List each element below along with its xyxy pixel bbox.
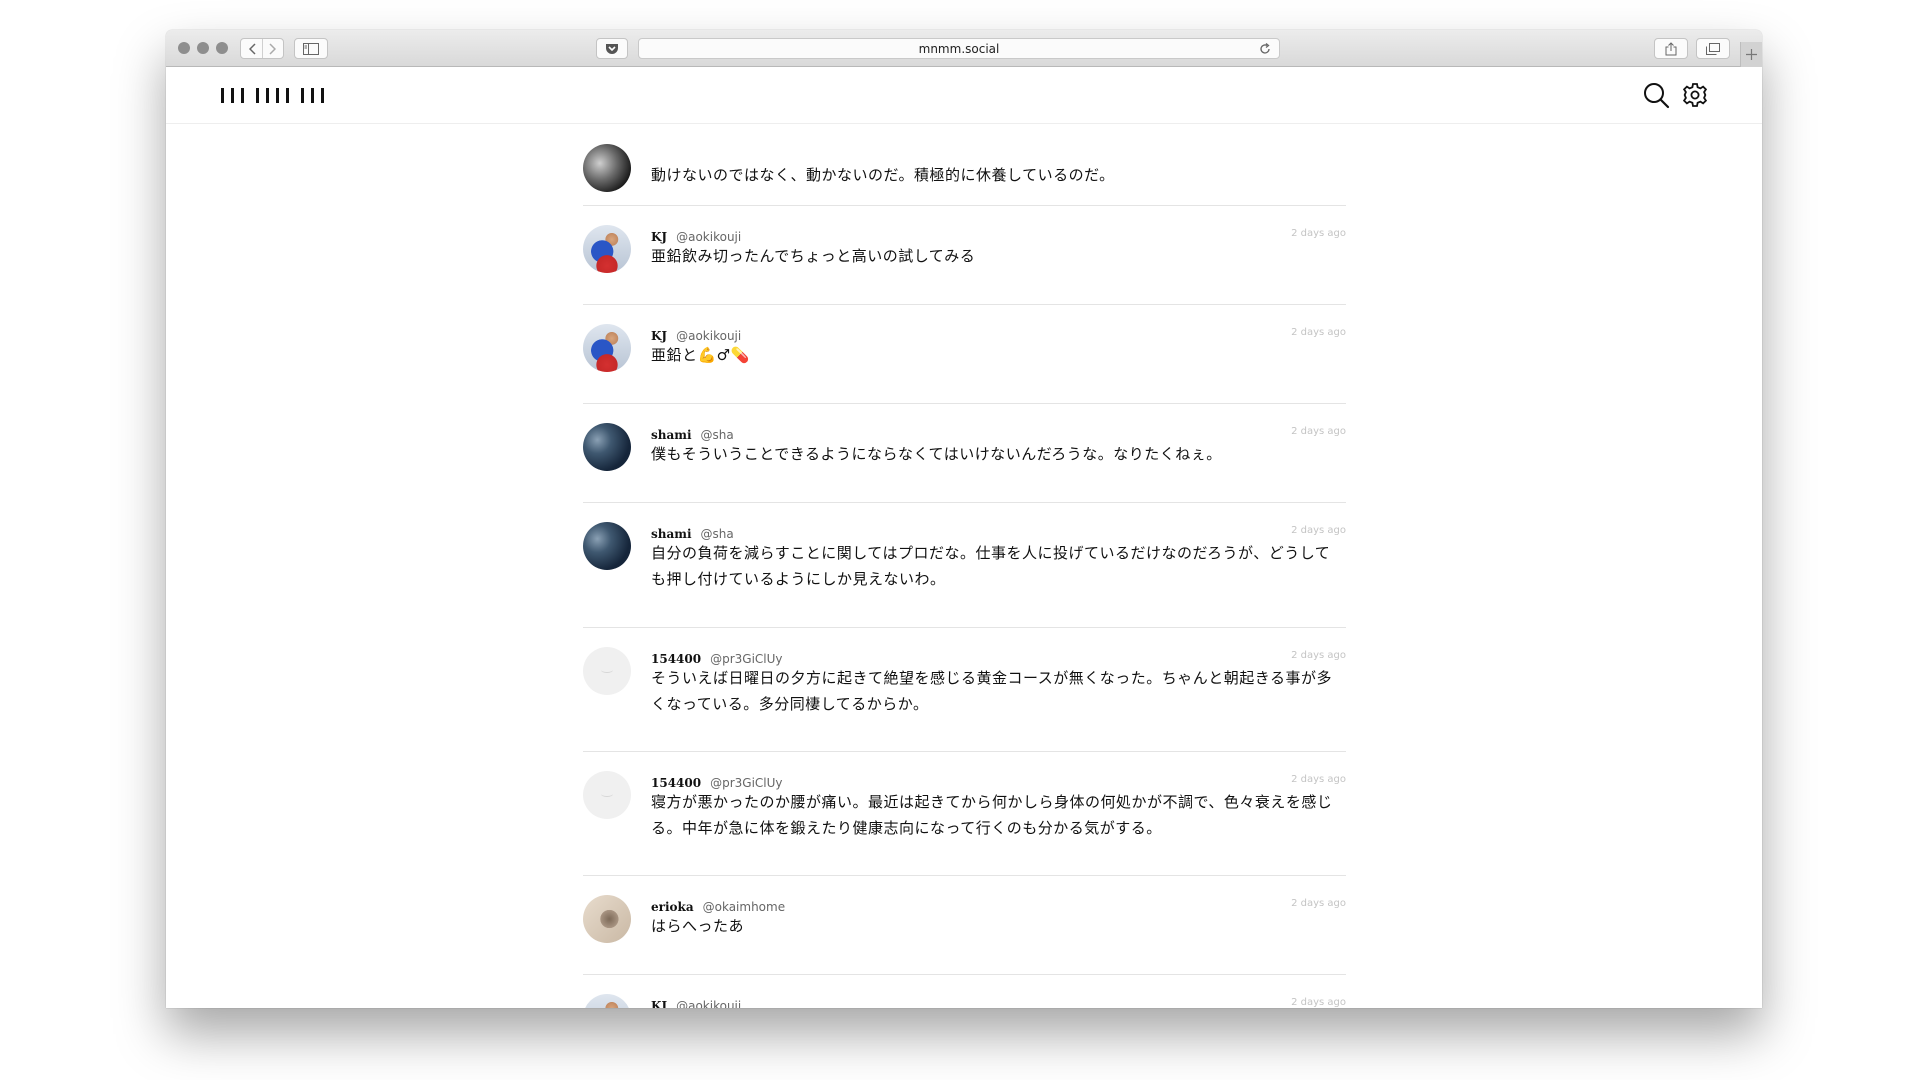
post-header: erioka @okaimhome 2 days ago [651, 896, 1346, 914]
site-logo[interactable] [221, 85, 331, 105]
minimize-window-button[interactable] [197, 42, 209, 54]
post[interactable]: KJ @aokikouji 2 days ago 亜鉛と💪♂💊 [583, 305, 1346, 404]
avatar[interactable] [583, 994, 631, 1008]
post-author-name[interactable]: KJ [651, 230, 667, 244]
back-icon[interactable] [244, 42, 262, 55]
post-author-handle[interactable]: @pr3GiClUy [710, 652, 782, 666]
post-header: KJ @aokikouji 2 days ago [651, 226, 1346, 244]
avatar[interactable] [583, 522, 631, 570]
post-author-handle[interactable]: @aokikouji [676, 999, 741, 1008]
avatar[interactable] [583, 144, 631, 192]
post-timestamp: 2 days ago [1291, 228, 1346, 239]
app-header [166, 68, 1762, 124]
post-header: shami @sha 2 days ago [651, 424, 1346, 442]
post-timestamp: 2 days ago [1291, 774, 1346, 785]
post[interactable]: 154400 @pr3GiClUy 2 days ago そういえば日曜日の夕方に… [583, 628, 1346, 752]
post-author-handle[interactable]: @aokikouji [676, 329, 741, 343]
post-text: はらへったあ [651, 917, 745, 935]
post-header: 154400 @pr3GiClUy 2 days ago [651, 648, 1346, 666]
new-tab-icon [1746, 45, 1757, 64]
post[interactable]: 154400 @pr3GiClUy 2 days ago 寝方が悪かったのか腰が痛… [583, 752, 1346, 876]
zoom-window-button[interactable] [216, 42, 228, 54]
share-button[interactable] [1654, 38, 1688, 59]
avatar[interactable] [583, 647, 631, 695]
sidebar-button[interactable] [294, 38, 328, 59]
post-timestamp: 2 days ago [1291, 650, 1346, 661]
tabs-button[interactable] [1696, 38, 1730, 59]
post-text: 亜鉛飲み切ったんでちょっと高いの試してみる [651, 247, 976, 265]
post-header: KJ @aokikouji 2 days ago [651, 995, 1346, 1008]
post-author-handle[interactable]: @pr3GiClUy [710, 776, 782, 790]
new-tab-button[interactable] [1740, 42, 1762, 67]
post-author-name[interactable]: 154400 [651, 776, 701, 790]
post-timestamp: 2 days ago [1291, 997, 1346, 1008]
reload-icon[interactable] [1259, 42, 1271, 58]
post[interactable]: shami @sha 2 days ago 僕もそういうことできるようにならなくて… [583, 404, 1346, 503]
post-author-name[interactable]: shami [651, 527, 692, 541]
avatar[interactable] [583, 423, 631, 471]
pocket-icon [605, 43, 619, 55]
pocket-button[interactable] [596, 38, 628, 59]
post-text: 自分の負荷を減らすことに関してはプロだな。仕事を人に投げているだけなのだろうが、… [651, 544, 1331, 588]
gear-icon[interactable] [1682, 82, 1708, 112]
post-header: shami @sha 2 days ago [651, 523, 1346, 541]
post[interactable]: 動けないのではなく、動かないのだ。積極的に休養しているのだ。 [583, 125, 1346, 206]
address-bar[interactable]: mnmm.social [638, 38, 1280, 59]
post-author-handle[interactable]: @sha [701, 527, 734, 541]
post-timestamp: 2 days ago [1291, 525, 1346, 536]
post-text: 動けないのではなく、動かないのだ。積極的に休養しているのだ。 [651, 166, 1115, 184]
post-text: 亜鉛と💪♂💊 [651, 346, 750, 364]
avatar[interactable] [583, 225, 631, 273]
url-text: mnmm.social [918, 41, 1000, 56]
browser-window: mnmm.social 動けないのではなく、動かないのだ。積極的に休養しているの… [166, 30, 1762, 1008]
post-header: 154400 @pr3GiClUy 2 days ago [651, 772, 1346, 790]
default-avatar-icon [601, 791, 613, 797]
post-author-name[interactable]: KJ [651, 329, 667, 343]
post-timestamp: 2 days ago [1291, 898, 1346, 909]
post-author-name[interactable]: 154400 [651, 652, 701, 666]
post[interactable]: KJ @aokikouji 2 days ago 亜鉛飲み切ったんでちょっと高いの… [583, 206, 1346, 305]
post[interactable]: erioka @okaimhome 2 days ago はらへったあ [583, 876, 1346, 975]
post-author-handle[interactable]: @sha [701, 428, 734, 442]
post[interactable]: KJ@aokikouji 2 days ago 💪♂💊 [583, 975, 1346, 1008]
post-text: そういえば日曜日の夕方に起きて絶望を感じる黄金コースが無くなった。ちゃんと朝起き… [651, 669, 1332, 713]
avatar[interactable] [583, 895, 631, 943]
avatar[interactable] [583, 324, 631, 372]
history-nav [240, 38, 284, 59]
post-author-handle[interactable]: @okaimhome [703, 900, 785, 914]
post-timestamp: 2 days ago [1291, 426, 1346, 437]
avatar[interactable] [583, 771, 631, 819]
forward-icon[interactable] [263, 42, 281, 55]
sidebar-icon [303, 42, 319, 55]
search-icon[interactable] [1642, 81, 1670, 113]
timeline-feed: 動けないのではなく、動かないのだ。積極的に休養しているのだ。 KJ @aokiko… [583, 125, 1346, 1008]
browser-toolbar: mnmm.social [166, 30, 1762, 67]
close-window-button[interactable] [178, 42, 190, 54]
post[interactable]: shami @sha 2 days ago 自分の負荷を減らすことに関してはプロだ… [583, 503, 1346, 628]
post-author-handle[interactable]: @aokikouji [676, 230, 741, 244]
post-author-name[interactable]: erioka [651, 900, 694, 914]
share-icon [1665, 41, 1677, 56]
tabs-icon [1706, 42, 1720, 55]
post-header: KJ @aokikouji 2 days ago [651, 325, 1346, 343]
post-text: 僕もそういうことできるようにならなくてはいけないんだろうな。なりたくねぇ。 [651, 445, 1222, 463]
post-author-name[interactable]: KJ [651, 999, 667, 1008]
default-avatar-icon [601, 667, 613, 673]
post-text: 寝方が悪かったのか腰が痛い。最近は起きてから何かしら身体の何処かが不調で、色々衰… [651, 793, 1333, 837]
post-timestamp: 2 days ago [1291, 327, 1346, 338]
post-author-name[interactable]: shami [651, 428, 692, 442]
